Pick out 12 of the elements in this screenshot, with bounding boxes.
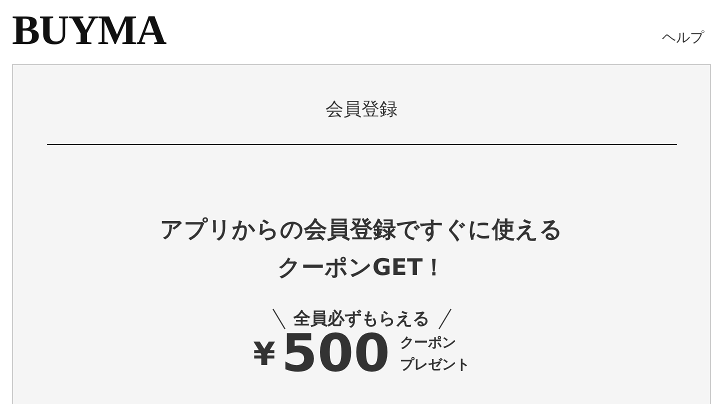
page-title: 会員登録 bbox=[326, 98, 398, 122]
currency-sign: ¥ bbox=[253, 335, 276, 373]
logo[interactable]: BUYMA bbox=[12, 10, 166, 52]
coupon-note: クーポン bbox=[400, 334, 457, 353]
subtitle: 全員必ずもらえる bbox=[294, 308, 430, 330]
headline: クーポンGET！ bbox=[277, 254, 446, 283]
headline: アプリからの会員登録ですぐに使える bbox=[160, 216, 563, 245]
slash-mark bbox=[438, 308, 452, 330]
slash-mark bbox=[272, 308, 286, 330]
coupon-note: プレゼント bbox=[400, 356, 470, 375]
coupon-amount: 500 bbox=[281, 328, 390, 380]
help-link[interactable]: ヘルプ bbox=[662, 29, 704, 47]
